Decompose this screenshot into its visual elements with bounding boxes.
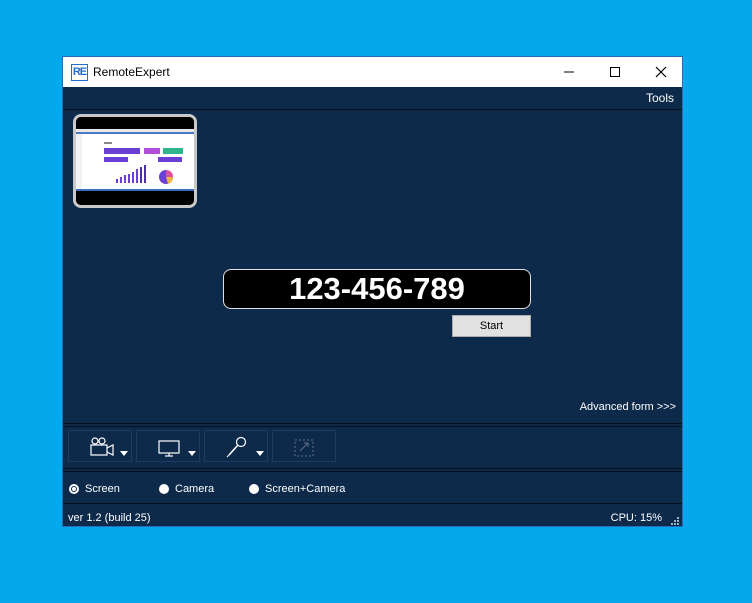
session-id-display: 123-456-789 bbox=[223, 269, 531, 309]
title-bar[interactable]: RE RemoteExpert bbox=[63, 57, 682, 87]
window-title: RemoteExpert bbox=[93, 65, 170, 79]
capture-mode-bar: Screen Camera Screen+Camera bbox=[63, 473, 682, 503]
advanced-form-link[interactable]: Advanced form >>> bbox=[580, 401, 676, 413]
resize-grip-icon[interactable] bbox=[671, 517, 679, 525]
video-camera-icon bbox=[90, 437, 114, 456]
divider bbox=[63, 468, 682, 472]
radio-icon[interactable] bbox=[249, 484, 259, 494]
app-window: RE RemoteExpert Tools 123-456-789 Start … bbox=[62, 56, 683, 527]
media-toolbar bbox=[63, 428, 682, 468]
screen-preview-thumbnail[interactable] bbox=[73, 114, 197, 208]
mode-option-screen-camera[interactable]: Screen+Camera bbox=[249, 482, 345, 496]
video-camera-button[interactable] bbox=[68, 430, 132, 462]
menu-bar: Tools bbox=[63, 87, 682, 110]
microphone-button[interactable] bbox=[204, 430, 268, 462]
close-icon bbox=[655, 66, 667, 78]
screen-preview-image bbox=[76, 117, 194, 205]
app-logo-icon: RE bbox=[71, 64, 88, 81]
mode-label: Screen bbox=[85, 483, 120, 495]
chevron-down-icon[interactable] bbox=[256, 451, 264, 456]
mode-option-camera[interactable]: Camera bbox=[159, 482, 214, 496]
start-button[interactable]: Start bbox=[452, 315, 531, 337]
screen-region-button[interactable] bbox=[272, 430, 336, 462]
chevron-down-icon[interactable] bbox=[188, 451, 196, 456]
screen-region-icon bbox=[294, 439, 314, 457]
minimize-icon bbox=[564, 71, 574, 73]
divider bbox=[63, 423, 682, 427]
mode-option-screen[interactable]: Screen bbox=[69, 482, 120, 496]
chevron-down-icon[interactable] bbox=[120, 451, 128, 456]
radio-selected-icon[interactable] bbox=[69, 484, 79, 494]
radio-icon[interactable] bbox=[159, 484, 169, 494]
tools-menu[interactable]: Tools bbox=[646, 91, 674, 105]
status-bar: ver 1.2 (build 25) CPU: 15% bbox=[63, 503, 682, 528]
monitor-button[interactable] bbox=[136, 430, 200, 462]
microphone-icon bbox=[226, 436, 247, 458]
version-label: ver 1.2 (build 25) bbox=[68, 512, 151, 524]
minimize-button[interactable] bbox=[546, 57, 592, 87]
close-button[interactable] bbox=[638, 57, 684, 87]
maximize-button[interactable] bbox=[592, 57, 638, 87]
mode-label: Camera bbox=[175, 483, 215, 495]
monitor-icon bbox=[158, 440, 180, 457]
maximize-icon bbox=[610, 67, 620, 77]
mode-label: Screen+Camera bbox=[265, 483, 346, 495]
cpu-usage-label: CPU: 15% bbox=[610, 512, 662, 524]
